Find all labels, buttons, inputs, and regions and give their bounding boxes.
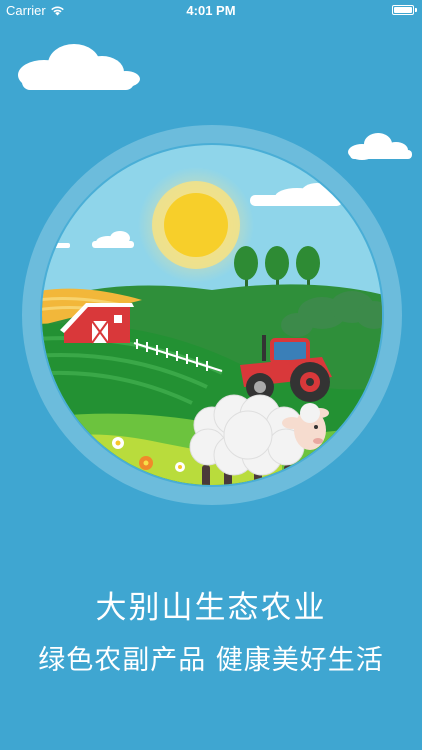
splash-screen: Carrier 4:01 PM 大别山生态农业 绿色农副产品 健康美好生活 [0, 0, 422, 750]
battery-full-icon [392, 5, 417, 15]
status-time: 4:01 PM [186, 3, 236, 18]
app-slogan: 绿色农副产品 健康美好生活 [38, 645, 384, 676]
app-title: 大别山生态农业 [95, 590, 327, 626]
cloud-left-icon [18, 44, 140, 90]
farm-illustration [22, 125, 402, 505]
status-bar: Carrier 4:01 PM [0, 0, 422, 22]
sun-icon [164, 193, 228, 257]
